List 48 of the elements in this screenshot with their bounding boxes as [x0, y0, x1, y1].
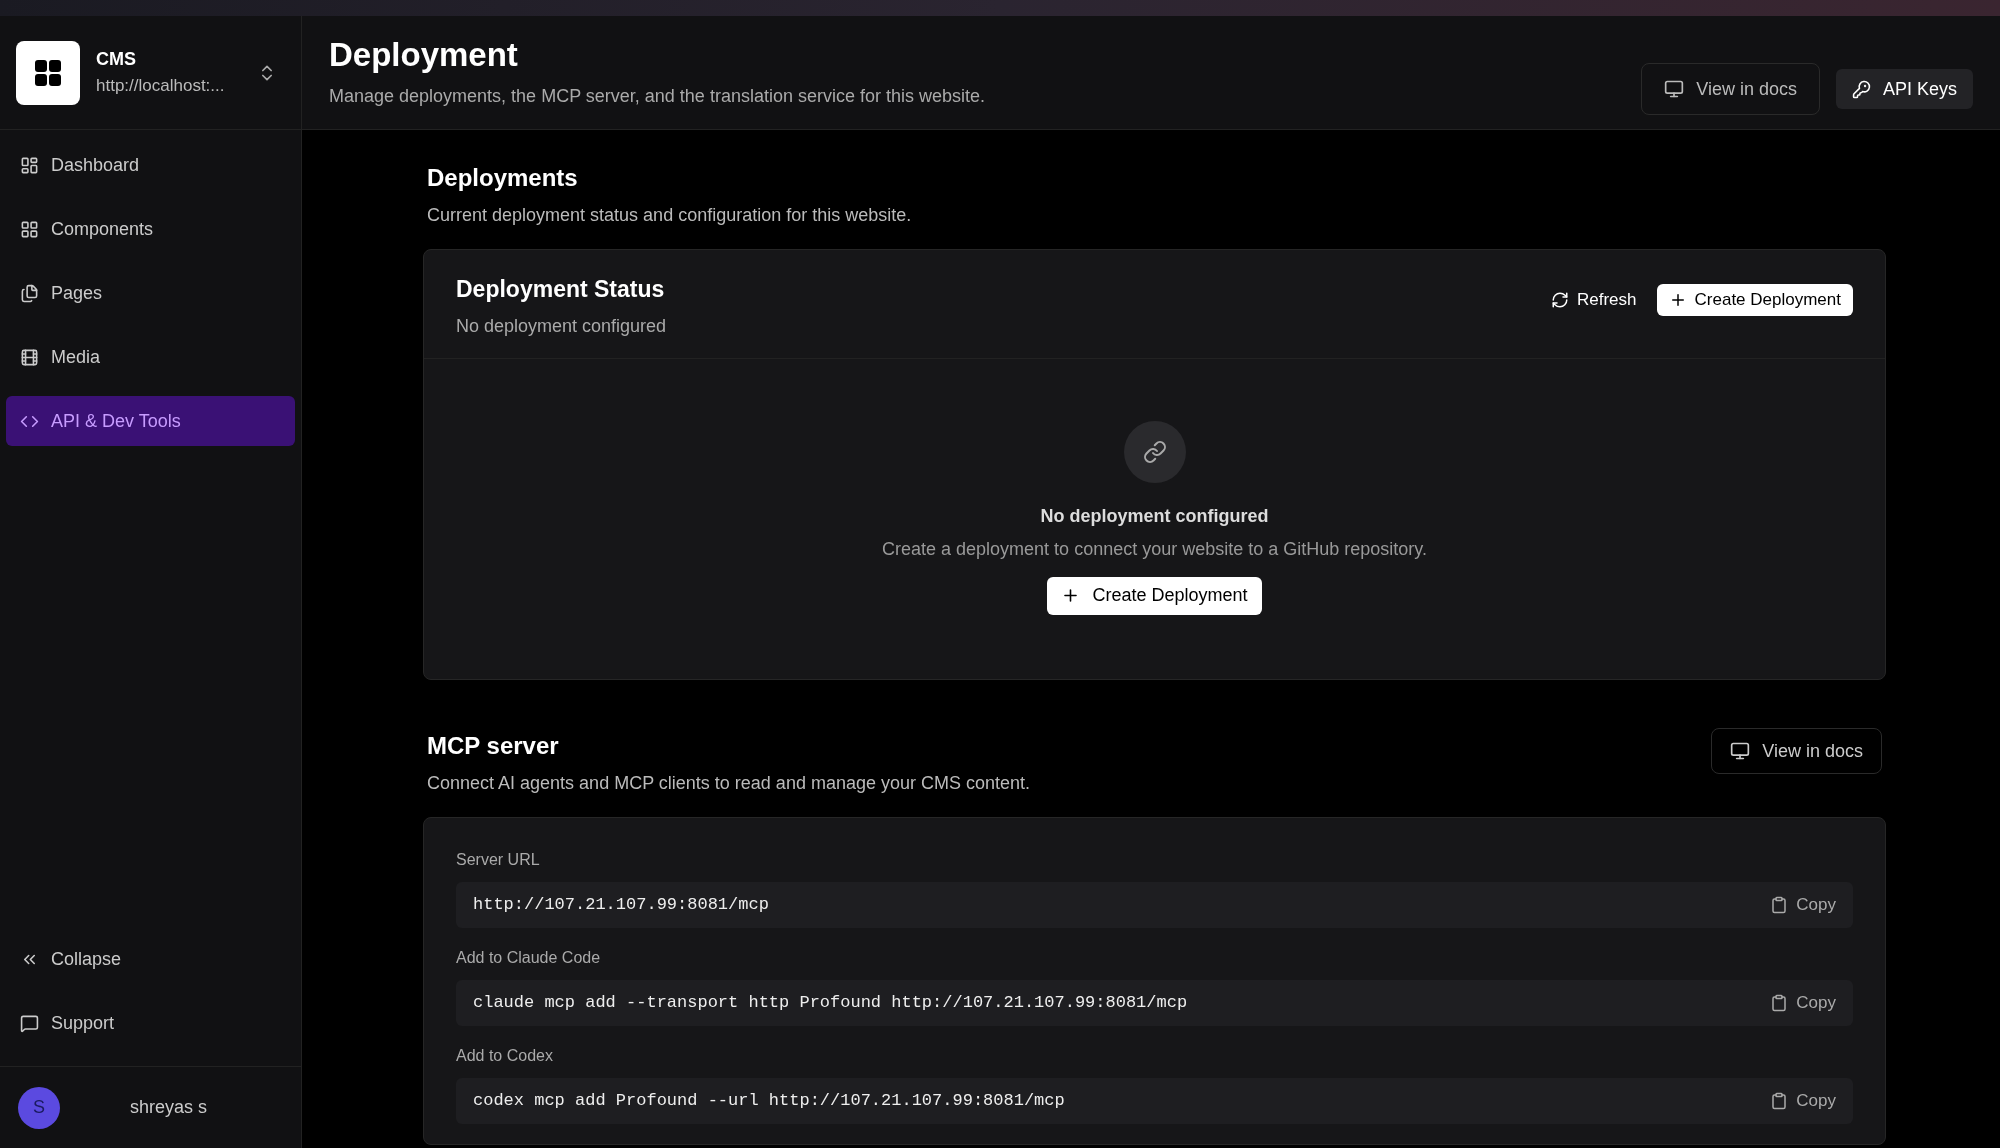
page-title: Deployment [329, 38, 519, 71]
page-subtitle: Manage deployments, the MCP server, and the translation service for this website. [329, 85, 985, 108]
view-docs-button[interactable]: View in docs [1641, 63, 1820, 115]
monitor-icon [1730, 741, 1751, 761]
pages-icon [20, 283, 39, 303]
sidebar-item[interactable]: API & Dev Tools [6, 396, 295, 446]
refresh-button[interactable]: Refresh [1551, 287, 1637, 313]
film-icon [20, 347, 39, 367]
code-text: claude mcp add --transport http Profound http://107.21.107.99:8081/mcp [473, 992, 1188, 1015]
user-name: shreyas s [130, 1096, 208, 1119]
api-keys-button[interactable]: API Keys [1835, 69, 1973, 109]
code-text: http://107.21.107.99:8081/mcp [473, 894, 769, 917]
refresh-icon [1551, 291, 1569, 309]
create-deployment-button[interactable]: Create Deployment [1047, 576, 1262, 615]
chat-icon [20, 1013, 39, 1033]
grid-icon [20, 219, 39, 239]
sidebar-item[interactable]: Pages [6, 268, 295, 318]
workspace-url: http://localhost:... [96, 75, 226, 98]
empty-text: Create a deployment to connect your website to a GitHub repository. [882, 537, 1427, 561]
section-subtitle: Connect AI agents and MCP clients to read and manage your CMS content. [427, 772, 1031, 795]
card-title: Deployment Status [456, 275, 666, 304]
clipboard-icon [1770, 994, 1789, 1012]
code-text: codex mcp add Profound --url http://107.21.107.99:8081/mcp [473, 1090, 1065, 1113]
create-deployment-button[interactable]: Create Deployment [1656, 284, 1853, 316]
copy-button[interactable]: Copy [1770, 1088, 1836, 1114]
sidebar-item[interactable]: Collapse [6, 934, 295, 984]
card-subtitle: No deployment configured [456, 314, 667, 338]
section-subtitle: Current deployment status and configuration for this website. [427, 204, 913, 227]
sidebar-item[interactable]: Media [6, 332, 295, 382]
copy-button[interactable]: Copy [1770, 892, 1836, 918]
sidebar-item[interactable]: Dashboard [6, 140, 295, 190]
clipboard-icon [1770, 1092, 1789, 1110]
field-label: Add to Claude Code [456, 948, 602, 968]
dashboard-icon [20, 155, 39, 175]
monitor-icon [1664, 79, 1685, 99]
copy-button[interactable]: Copy [1770, 990, 1836, 1016]
field-label: Add to Codex [456, 1046, 554, 1066]
sidebar-item[interactable]: Support [6, 998, 295, 1048]
empty-title: No deployment configured [1040, 504, 1269, 528]
view-docs-button[interactable]: View in docs [1711, 728, 1882, 774]
sidebar-item[interactable]: Components [6, 204, 295, 254]
clipboard-icon [1770, 896, 1789, 914]
key-icon [1851, 79, 1871, 99]
app-logo [16, 40, 80, 105]
section-title: Deployments [427, 163, 579, 193]
section-title: MCP server [427, 731, 560, 761]
field-label: Server URL [456, 850, 541, 870]
workspace-name: CMS [96, 48, 137, 72]
